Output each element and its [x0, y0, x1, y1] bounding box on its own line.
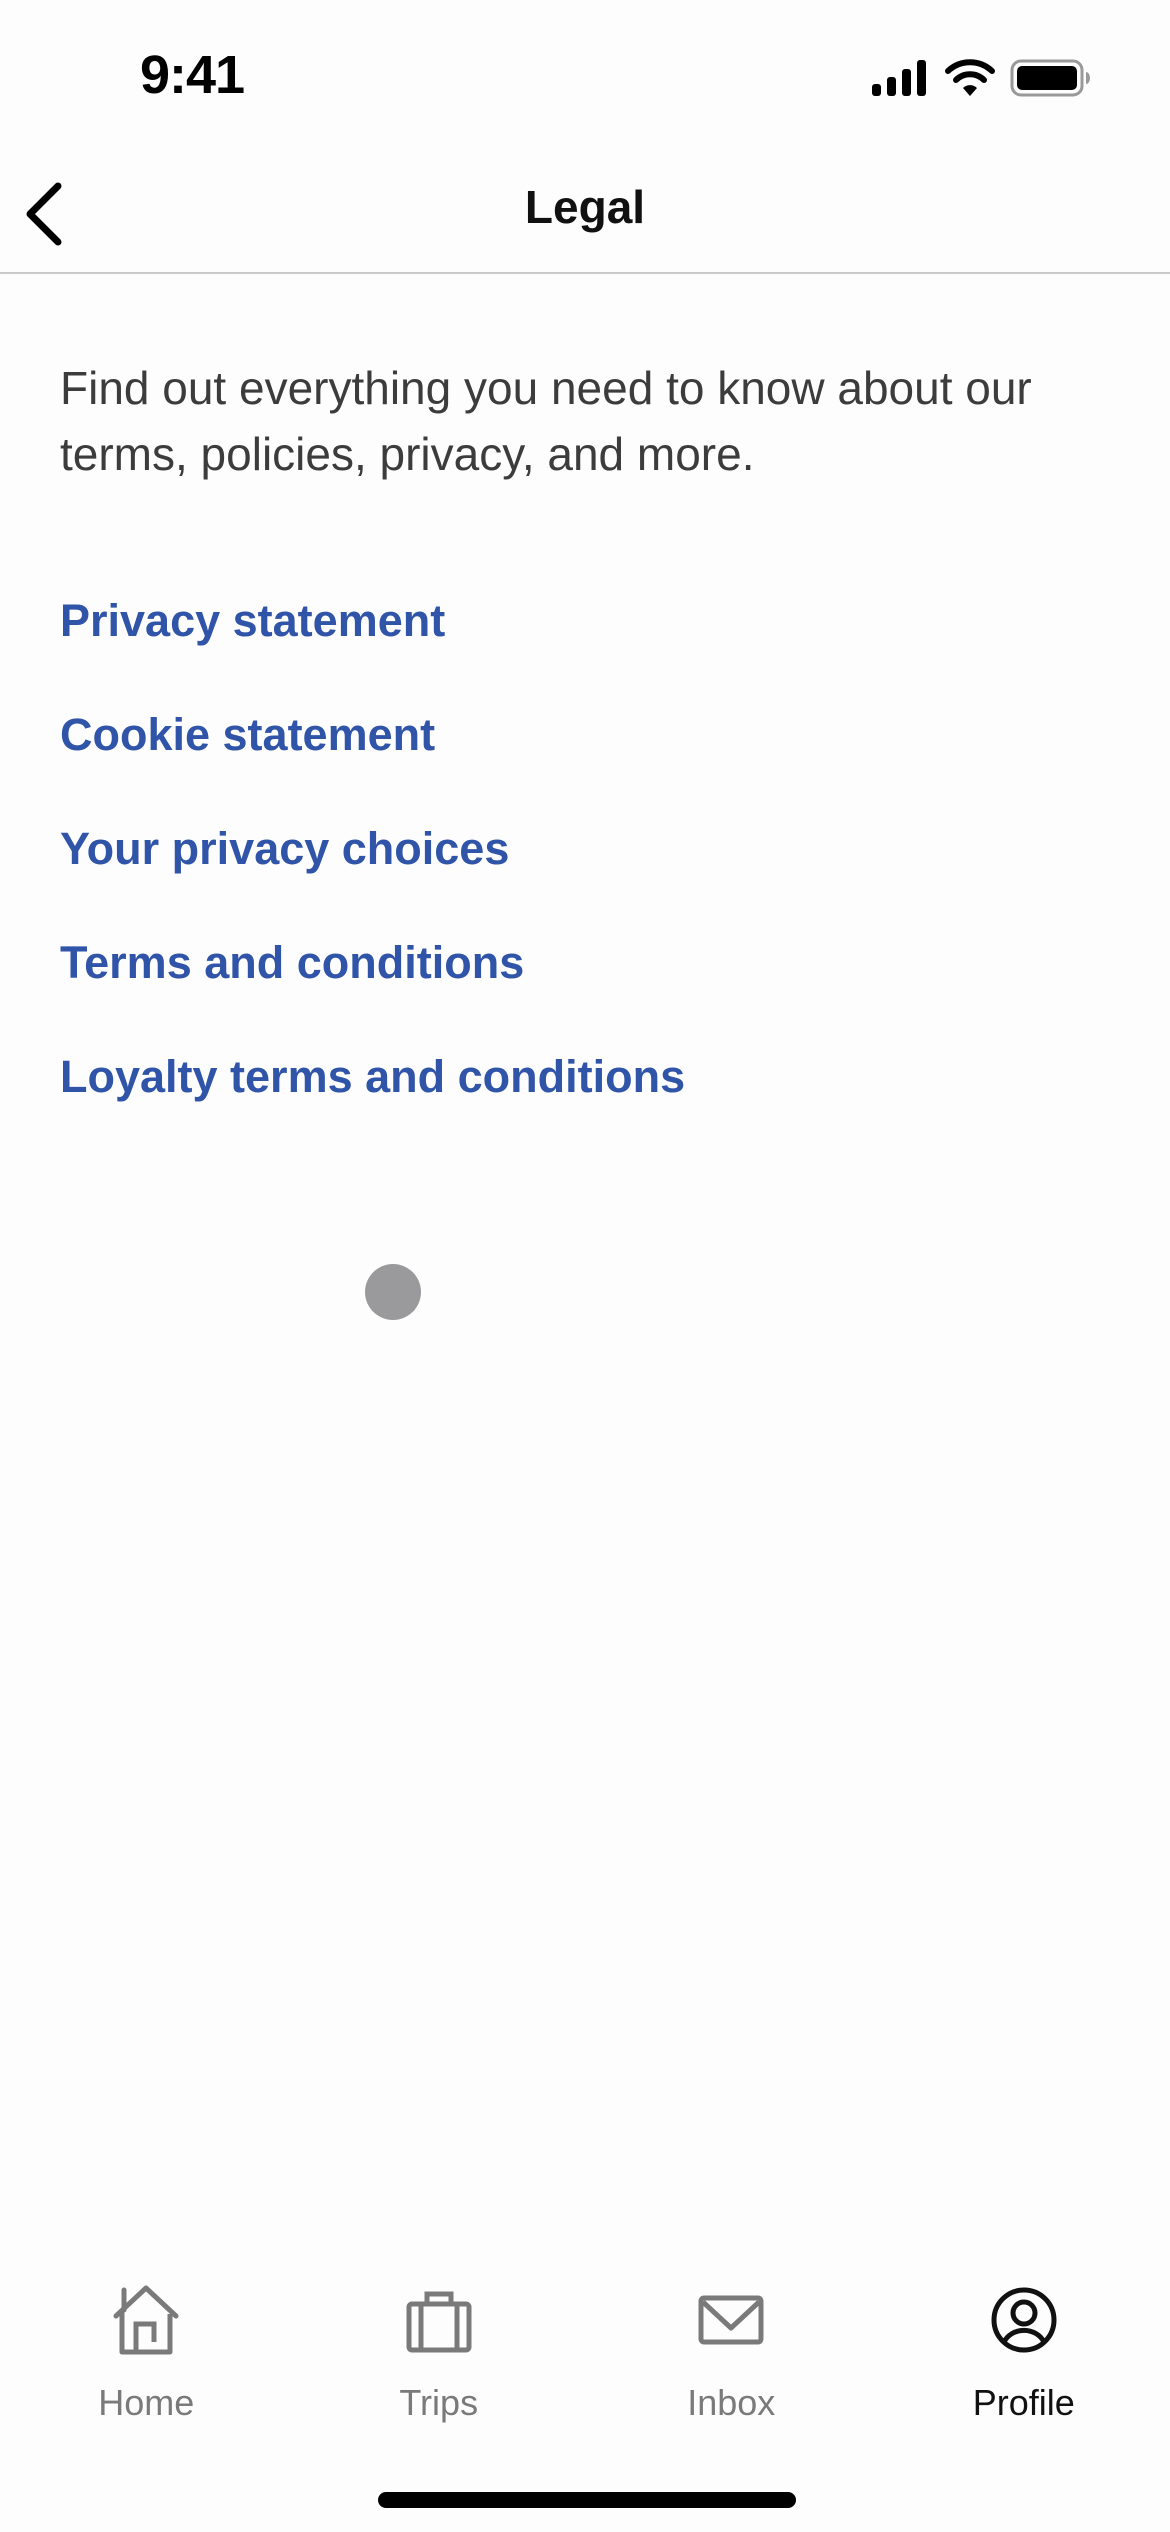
- nav-bar: Legal: [0, 140, 1170, 274]
- cellular-signal-icon: [872, 60, 926, 96]
- link-privacy-statement[interactable]: Privacy statement: [60, 585, 685, 699]
- tab-profile-label: Profile: [972, 2382, 1075, 2423]
- tab-trips[interactable]: Trips: [293, 2280, 586, 2450]
- status-time: 9:41: [140, 45, 245, 105]
- link-cookie-statement[interactable]: Cookie statement: [60, 699, 685, 813]
- touch-indicator: [365, 1264, 421, 1320]
- tab-trips-label: Trips: [399, 2382, 479, 2423]
- tab-inbox-label: Inbox: [687, 2382, 776, 2423]
- tab-profile[interactable]: Profile: [878, 2280, 1170, 2450]
- link-your-privacy-choices[interactable]: Your privacy choices: [60, 813, 685, 927]
- page-title: Legal: [524, 181, 646, 233]
- link-terms-and-conditions[interactable]: Terms and conditions: [60, 927, 685, 1041]
- home-icon: [113, 2285, 179, 2355]
- wifi-icon: [945, 59, 995, 96]
- profile-icon: [991, 2287, 1057, 2353]
- link-loyalty-terms-and-conditions[interactable]: Loyalty terms and conditions: [60, 1041, 685, 1155]
- suitcase-icon: [406, 2291, 472, 2353]
- home-indicator[interactable]: [378, 2492, 796, 2508]
- tab-home-label: Home: [98, 2382, 195, 2423]
- page-description: Find out everything you need to know abo…: [60, 362, 1032, 480]
- tab-bar: Home Trips Inbox Profile: [0, 2280, 1170, 2450]
- envelope-icon: [698, 2295, 764, 2345]
- battery-icon: [1010, 59, 1090, 97]
- legal-links-list: Privacy statement Cookie statement Your …: [60, 585, 685, 1155]
- tab-inbox[interactable]: Inbox: [585, 2280, 878, 2450]
- tab-home[interactable]: Home: [0, 2280, 293, 2450]
- status-icons: [870, 58, 1092, 98]
